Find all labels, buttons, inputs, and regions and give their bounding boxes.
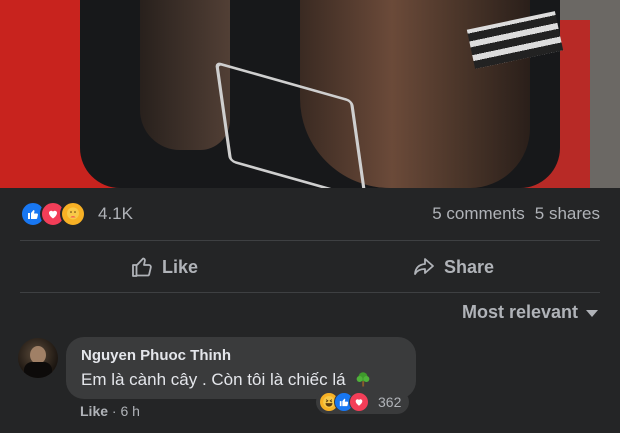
comment-author[interactable]: Nguyen Phuoc Thinh [81, 347, 231, 364]
post-reactions[interactable] [20, 201, 86, 227]
reaction-count[interactable]: 4.1K [98, 204, 133, 224]
post-photo[interactable] [0, 0, 620, 188]
chevron-down-icon [586, 310, 598, 317]
post-stats-bar: 4.1K 5 comments 5 shares [0, 190, 620, 240]
comment-reaction-count: 362 [378, 394, 402, 410]
love-icon [349, 392, 369, 412]
meta-separator: · [108, 403, 121, 419]
shares-count[interactable]: 5 shares [535, 204, 600, 224]
like-label: Like [162, 256, 199, 277]
comment-reactions[interactable]: 362 [316, 390, 410, 414]
comments-count[interactable]: 5 comments [432, 204, 525, 224]
post-actions: Like Share [0, 243, 620, 291]
divider [20, 292, 600, 293]
engagement-counts: 5 comments 5 shares [432, 204, 600, 224]
share-arrow-icon [414, 258, 434, 275]
share-button[interactable]: Share [412, 243, 494, 291]
avatar[interactable] [18, 338, 58, 378]
comment-sort-dropdown[interactable]: Most relevant [462, 302, 598, 323]
share-label: Share [444, 256, 495, 277]
thumbs-up-icon [132, 257, 152, 277]
sort-label: Most relevant [461, 302, 578, 322]
comment-like-button[interactable]: Like [80, 403, 108, 419]
care-icon [60, 201, 86, 227]
divider [20, 240, 600, 241]
comment-time[interactable]: 6 h [120, 403, 139, 419]
like-button[interactable]: Like [130, 243, 198, 291]
avatar-body [24, 362, 52, 378]
comment-text: Em là cành cây . Còn tôi là chiếc lá [81, 370, 346, 389]
comment-meta: Like · 6 h [80, 403, 140, 419]
